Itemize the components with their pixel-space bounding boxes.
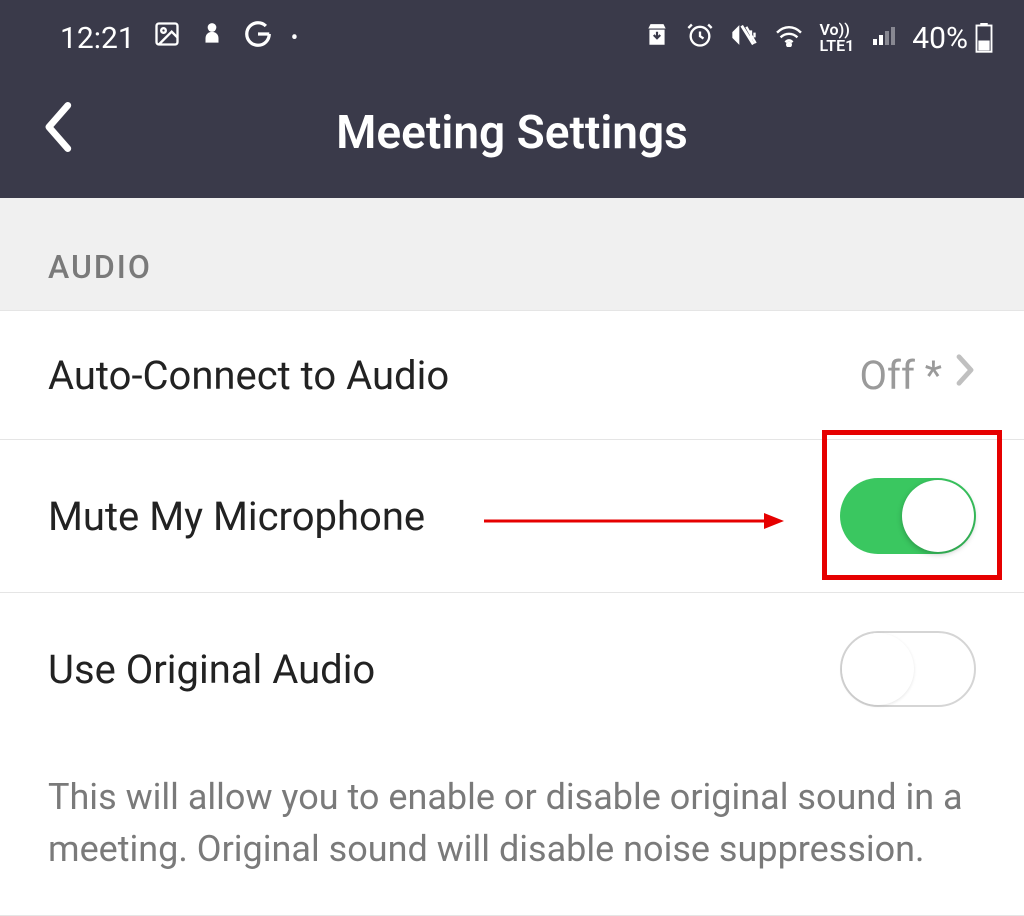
signal-icon [870,23,896,54]
dot-icon: • [291,26,298,51]
row-auto-connect-audio[interactable]: Auto-Connect to Audio Off * [0,310,1024,440]
page-title: Meeting Settings [0,106,1024,160]
status-bar: 12:21 • Vo))LTE1 40% [0,0,1024,68]
recycle-icon [644,22,670,55]
google-icon [243,19,273,57]
volte-icon: Vo))LTE1 [820,22,855,54]
chevron-right-icon [954,352,976,398]
battery-pct: 40% [912,21,968,56]
wifi-icon [774,23,804,54]
toggle-knob [902,480,974,552]
toggle-mute-microphone[interactable] [840,478,976,554]
row-label: Use Original Audio [48,646,375,693]
image-icon [153,20,181,56]
back-button[interactable] [40,100,74,167]
battery-indicator: 40% [912,21,994,56]
status-icon-2 [199,20,225,56]
row-label: Mute My Microphone [48,493,425,540]
vibrate-icon [730,21,758,56]
toggle-knob [842,633,914,705]
row-description: This will allow you to enable or disable… [0,745,1024,916]
status-right: Vo))LTE1 40% [644,21,995,56]
row-value: Off * [860,352,942,399]
row-mute-microphone[interactable]: Mute My Microphone [0,440,1024,593]
status-time: 12:21 [60,21,135,56]
row-label: Auto-Connect to Audio [48,352,449,399]
alarm-icon [686,21,714,56]
row-value-wrap: Off * [860,352,976,399]
battery-icon [974,23,994,53]
annotation-arrow [484,496,784,543]
settings-content: AUDIO Auto-Connect to Audio Off * Mute M… [0,198,1024,916]
status-left: 12:21 • [60,19,298,57]
section-header-audio: AUDIO [0,248,1024,310]
nav-bar: Meeting Settings [0,68,1024,198]
row-use-original-audio[interactable]: Use Original Audio [0,593,1024,745]
toggle-original-audio[interactable] [840,631,976,707]
